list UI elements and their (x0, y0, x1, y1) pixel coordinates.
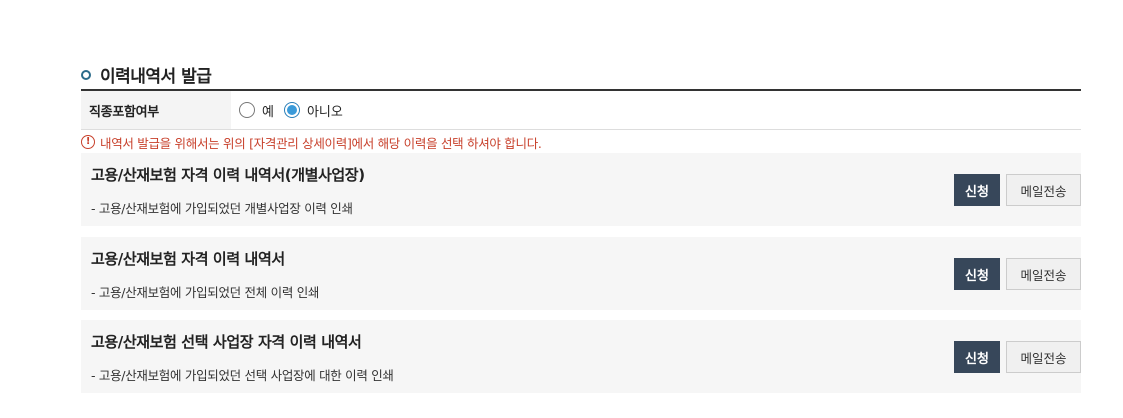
card-description: - 고용/산재보험에 가입되었던 개별사업장 이력 인쇄 (91, 201, 353, 216)
options-form: 직종포함여부 예 아니오 (81, 89, 1081, 130)
form-label: 직종포함여부 (81, 91, 231, 129)
card-title: 고용/산재보험 선택 사업장 자격 이력 내역서 (91, 333, 362, 351)
notice-text: 내역서 발급을 위해서는 위의 [자격관리 상세이력]에서 해당 이력을 선택 … (100, 135, 542, 151)
card-individual-workplace: 고용/산재보험 자격 이력 내역서(개별사업장) - 고용/산재보험에 가입되었… (81, 153, 1081, 226)
card-title: 고용/산재보험 자격 이력 내역서 (91, 250, 285, 268)
radio-option-yes[interactable]: 예 (239, 101, 274, 120)
apply-button[interactable]: 신청 (954, 341, 1000, 373)
exclamation-circle-icon: ! (81, 135, 95, 149)
card-description: - 고용/산재보험에 가입되었던 선택 사업장에 대한 이력 인쇄 (91, 368, 394, 383)
radio-yes-label: 예 (262, 104, 274, 120)
radio-no-label: 아니오 (306, 104, 343, 120)
send-email-button[interactable]: 메일전송 (1006, 341, 1081, 373)
card-title: 고용/산재보험 자격 이력 내역서(개별사업장) (91, 166, 365, 184)
bullet-circle-icon (81, 69, 91, 80)
radio-option-no[interactable]: 아니오 (283, 101, 343, 120)
send-email-button[interactable]: 메일전송 (1006, 174, 1081, 206)
radio-options: 예 아니오 (231, 91, 1081, 129)
radio-yes-icon[interactable] (239, 102, 255, 118)
apply-button[interactable]: 신청 (954, 174, 1000, 206)
section-title: 이력내역서 발급 (100, 66, 212, 87)
apply-button[interactable]: 신청 (954, 258, 1000, 290)
card-description: - 고용/산재보험에 가입되었던 전체 이력 인쇄 (91, 285, 320, 300)
notice-message: ! 내역서 발급을 위해서는 위의 [자격관리 상세이력]에서 해당 이력을 선… (81, 133, 542, 151)
radio-no-icon[interactable] (283, 102, 300, 118)
card-all-history: 고용/산재보험 자격 이력 내역서 - 고용/산재보험에 가입되었던 전체 이력… (81, 237, 1081, 310)
section-header: 이력내역서 발급 (81, 62, 212, 87)
card-selected-workplace: 고용/산재보험 선택 사업장 자격 이력 내역서 - 고용/산재보험에 가입되었… (81, 320, 1081, 393)
send-email-button[interactable]: 메일전송 (1006, 258, 1081, 290)
